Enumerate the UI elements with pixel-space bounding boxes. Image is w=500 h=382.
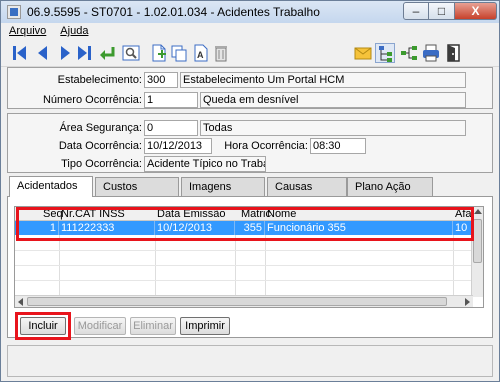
maximize-button[interactable]: □ — [429, 2, 455, 20]
tab-causas[interactable]: Causas — [267, 177, 347, 197]
tab-custos[interactable]: Custos — [95, 177, 179, 197]
estabelecimento-label: Estabelecimento: — [57, 74, 142, 86]
hora-ocorrencia-label: Hora Ocorrência: — [224, 140, 308, 152]
menu-ajuda[interactable]: Ajuda — [60, 25, 88, 37]
tree-icon[interactable] — [375, 43, 395, 63]
hora-ocorrencia-field[interactable]: 08:30 — [310, 138, 366, 154]
new-record-icon[interactable] — [149, 43, 169, 63]
tab-imagens[interactable]: Imagens — [181, 177, 265, 197]
highlight-box — [15, 312, 71, 340]
tipo-ocorrencia-label: Tipo Ocorrência: — [61, 158, 142, 170]
header-panel: Estabelecimento: 300 Estabelecimento Um … — [7, 67, 493, 109]
menu-bar: Arquivo Ajuda — [1, 23, 499, 39]
next-record-icon[interactable] — [55, 43, 75, 63]
edit-icon[interactable]: A — [191, 43, 211, 63]
exit-icon[interactable] — [444, 43, 464, 63]
grid-row-line — [15, 280, 473, 281]
first-record-icon[interactable] — [10, 43, 30, 63]
copy-icon[interactable] — [169, 43, 189, 63]
scroll-right-icon[interactable] — [465, 298, 470, 306]
svg-text:A: A — [197, 50, 204, 60]
scroll-thumb[interactable] — [473, 219, 482, 263]
estabelecimento-name-field: Estabelecimento Um Portal HCM — [180, 72, 466, 88]
status-bar — [7, 345, 493, 377]
title-bar[interactable]: 06.9.5595 - ST0701 - 1.02.01.034 - Acide… — [1, 1, 499, 23]
scroll-thumb[interactable] — [27, 297, 447, 306]
highlight-box — [16, 207, 474, 241]
email-icon[interactable] — [353, 43, 373, 63]
grid-row-line — [15, 265, 473, 266]
search-icon[interactable] — [121, 43, 141, 63]
scroll-left-icon[interactable] — [18, 298, 23, 306]
scroll-up-icon[interactable] — [474, 209, 482, 214]
print-icon[interactable] — [421, 43, 441, 63]
minimize-button[interactable]: – — [403, 2, 429, 20]
menu-arquivo[interactable]: Arquivo — [9, 25, 46, 37]
delete-icon[interactable] — [211, 43, 231, 63]
tab-plano-acao[interactable]: Plano Ação — [347, 177, 433, 197]
grid-row-line — [15, 250, 473, 251]
data-ocorrencia-label: Data Ocorrência: — [58, 140, 142, 152]
previous-record-icon[interactable] — [33, 43, 53, 63]
numero-ocorrencia-field[interactable]: 1 — [144, 92, 198, 108]
acidentados-tab-content: Seq Nr.CAT INSS Data Emissão Matric Nome… — [7, 196, 493, 340]
hierarchy-icon[interactable] — [399, 43, 419, 63]
modificar-button[interactable]: Modificar — [74, 317, 126, 335]
details-panel: Área Segurança: 0 Todas Data Ocorrência:… — [7, 113, 493, 173]
toolbar: A — [1, 39, 499, 67]
last-record-icon[interactable] — [74, 43, 94, 63]
numero-ocorrencia-desc: Queda em desnível — [200, 92, 466, 108]
window-controls: – □ X — [403, 2, 497, 20]
app-icon — [7, 5, 21, 19]
grid-horizontal-scrollbar[interactable] — [15, 295, 473, 307]
close-button[interactable]: X — [455, 2, 497, 20]
app-window: 06.9.5595 - ST0701 - 1.02.01.034 - Acide… — [0, 0, 500, 382]
tipo-ocorrencia-field: Acidente Típico no Trabalho — [144, 156, 266, 172]
area-seguranca-field[interactable]: 0 — [144, 120, 198, 136]
tab-acidentados[interactable]: Acidentados — [9, 176, 93, 197]
confirm-icon[interactable] — [97, 43, 117, 63]
area-seguranca-desc: Todas — [200, 120, 466, 136]
eliminar-button[interactable]: Eliminar — [130, 317, 176, 335]
estabelecimento-code-field[interactable]: 300 — [144, 72, 178, 88]
window-title: 06.9.5595 - ST0701 - 1.02.01.034 - Acide… — [27, 5, 320, 19]
imprimir-button[interactable]: Imprimir — [180, 317, 230, 335]
data-ocorrencia-field[interactable]: 10/12/2013 — [144, 138, 212, 154]
numero-ocorrencia-label: Número Ocorrência: — [42, 94, 142, 106]
area-seguranca-label: Área Segurança: — [59, 122, 142, 134]
